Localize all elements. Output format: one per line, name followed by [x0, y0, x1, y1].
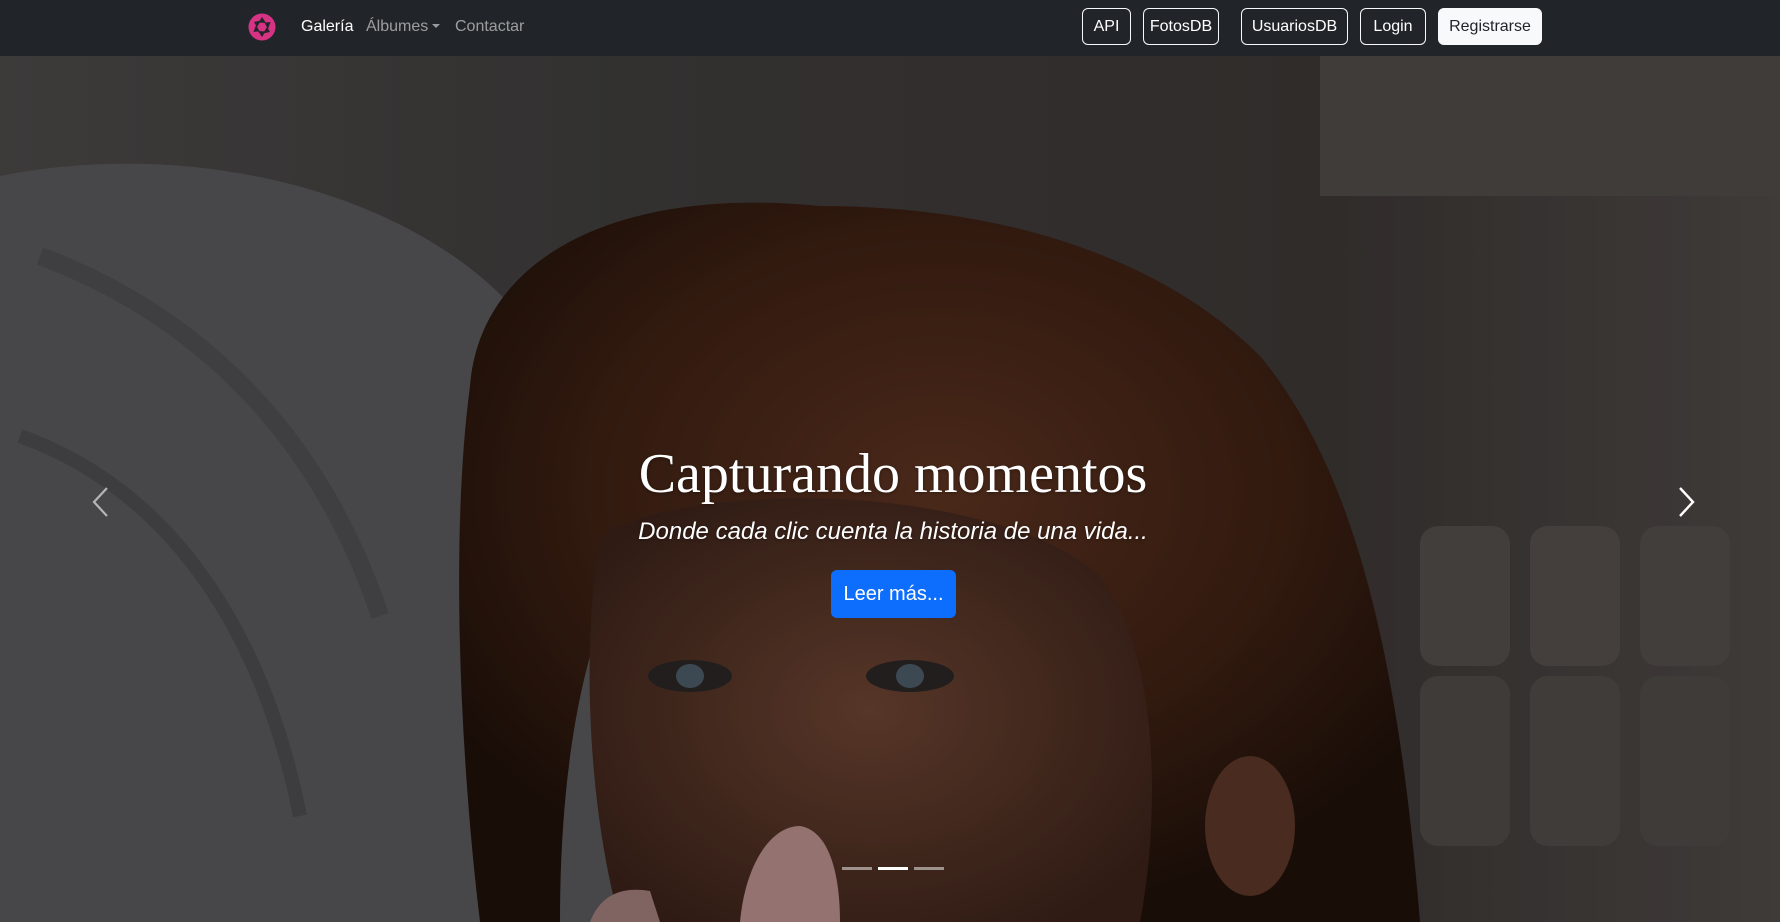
- carousel-indicator-1[interactable]: [842, 867, 872, 870]
- nav-link-galeria[interactable]: Galería: [301, 17, 353, 37]
- nav-dropdown-albumes[interactable]: Álbumes: [366, 17, 441, 37]
- carousel-indicator-2[interactable]: [878, 867, 908, 870]
- caret-down-icon: [432, 24, 441, 28]
- camera-aperture-icon[interactable]: [248, 13, 276, 41]
- read-more-button[interactable]: Leer más...: [831, 570, 956, 618]
- carousel-caption-title: Capturando momentos: [638, 443, 1148, 505]
- fotosdb-button[interactable]: FotosDB: [1143, 8, 1219, 45]
- hero-carousel: Capturando momentos Donde cada clic cuen…: [0, 56, 1780, 922]
- top-navbar: Galería Álbumes Contactar API FotosDB Us…: [0, 0, 1780, 56]
- nav-dropdown-albumes-label: Álbumes: [366, 18, 429, 35]
- carousel-indicator-3[interactable]: [914, 867, 944, 870]
- carousel-indicators: [842, 863, 947, 875]
- api-button[interactable]: API: [1082, 8, 1131, 45]
- carousel-caption-subtitle: Donde cada clic cuenta la historia de un…: [638, 518, 1148, 545]
- register-button[interactable]: Registrarse: [1438, 8, 1542, 45]
- login-button[interactable]: Login: [1360, 8, 1426, 45]
- usuariosdb-button[interactable]: UsuariosDB: [1241, 8, 1348, 45]
- nav-link-contactar[interactable]: Contactar: [455, 17, 524, 37]
